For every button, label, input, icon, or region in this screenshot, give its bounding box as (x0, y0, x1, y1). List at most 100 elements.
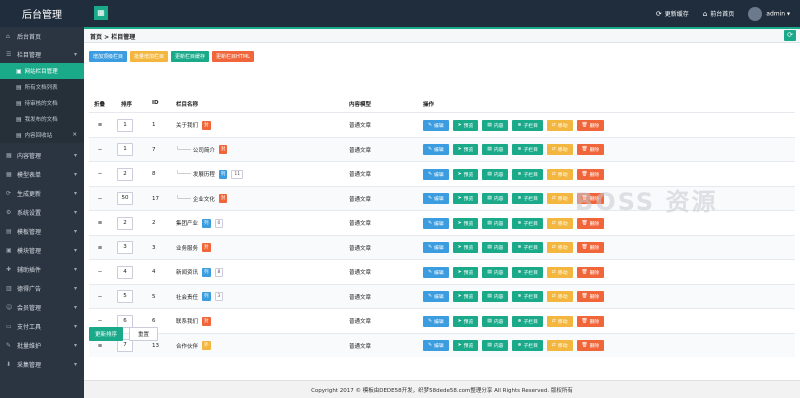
preview-button[interactable]: ➤ 预览 (452, 315, 479, 327)
edit-button[interactable]: ✎ 编辑 (423, 242, 449, 253)
sort-input[interactable]: 50 (117, 192, 133, 205)
sidebar-item-content[interactable]: ▦ 内容管理 ▾ (0, 146, 84, 164)
column-name[interactable]: 公司简介 (193, 146, 215, 154)
sidebar-item-model[interactable]: ▦ 模型表单 ▾ (0, 165, 84, 183)
content-button[interactable]: ▤ 内容 (482, 242, 509, 253)
sub-column-button[interactable]: ⊕ 子栏目 (512, 217, 543, 229)
sidebar-item-template[interactable]: ▤ 模板管理 ▾ (0, 222, 84, 240)
edit-button[interactable]: ✎ 编辑 (423, 315, 449, 327)
sidebar-item-ads[interactable]: ▥ 德得广告 ▾ (0, 279, 84, 297)
move-button[interactable]: ⇄ 移动 (546, 266, 573, 278)
sidebar-item-collect[interactable]: ⬇ 采集管理 ▾ (0, 355, 84, 373)
sub-column-button[interactable]: ⊕ 子栏目 (512, 242, 543, 253)
fold-toggle-icon[interactable]: − (94, 285, 106, 309)
sidebar-item-column[interactable]: ☰ 栏目管理 ▾ (0, 45, 84, 63)
move-button[interactable]: ⇄ 移动 (546, 119, 573, 131)
preview-button[interactable]: ➤ 预览 (452, 291, 479, 302)
content-button[interactable]: ▤ 内容 (482, 340, 509, 351)
menu-grid-icon[interactable]: ▦ (94, 6, 108, 20)
delete-button[interactable]: 🗑 删除 (576, 340, 605, 351)
sub-column-button[interactable]: ⊕ 子栏目 (512, 315, 543, 327)
sort-input[interactable]: 1 (117, 118, 133, 132)
sidebar-item-module[interactable]: ▣ 模块管理 ▾ (0, 241, 84, 259)
sidebar-sub-all-docs[interactable]: ▤ 所有文档列表 (0, 79, 84, 95)
refresh-icon[interactable]: ⟳ (784, 30, 796, 41)
fold-toggle-icon[interactable]: ≡ (94, 211, 106, 235)
move-button[interactable]: ⇄ 移动 (546, 291, 573, 302)
preview-button[interactable]: ➤ 预览 (452, 266, 479, 278)
column-name[interactable]: 合作伙伴 (176, 342, 198, 350)
delete-button[interactable]: 🗑 删除 (576, 315, 605, 327)
preview-button[interactable]: ➤ 预览 (452, 340, 479, 351)
sidebar-item-members[interactable]: ☺ 会员管理 ▾ (0, 298, 84, 316)
column-name[interactable]: 集团产业 (176, 219, 198, 227)
add-top-column-button[interactable]: 增加顶级栏目 (89, 51, 128, 62)
edit-button[interactable]: ✎ 编辑 (423, 119, 449, 131)
reset-button[interactable]: 重置 (129, 327, 159, 341)
column-name[interactable]: 发展历程 (193, 170, 215, 178)
move-button[interactable]: ⇄ 移动 (546, 217, 573, 229)
sidebar-item-generate[interactable]: ⟳ 生成更新 ▾ (0, 184, 84, 202)
column-name[interactable]: 企业文化 (193, 195, 215, 203)
sort-input[interactable]: 2 (117, 216, 133, 230)
sidebar-sub-mine[interactable]: ▤ 我发布的文档 (0, 111, 84, 127)
move-button[interactable]: ⇄ 移动 (546, 242, 573, 253)
fold-toggle-icon[interactable]: − (94, 138, 106, 162)
column-name[interactable]: 业务服务 (176, 244, 198, 252)
content-button[interactable]: ▤ 内容 (482, 168, 509, 180)
content-button[interactable]: ▤ 内容 (482, 266, 509, 278)
delete-button[interactable]: 🗑 删除 (576, 242, 605, 253)
update-sort-button[interactable]: 更新排序 (89, 327, 124, 341)
edit-button[interactable]: ✎ 编辑 (423, 217, 449, 229)
sub-column-button[interactable]: ⊕ 子栏目 (512, 291, 543, 302)
delete-button[interactable]: 🗑 删除 (576, 217, 605, 229)
preview-button[interactable]: ➤ 预览 (452, 144, 479, 155)
content-button[interactable]: ▤ 内容 (482, 217, 509, 229)
edit-button[interactable]: ✎ 编辑 (423, 144, 449, 155)
sort-input[interactable]: 1 (117, 143, 133, 156)
update-cache-link[interactable]: ⟳ 更新缓存 (656, 9, 689, 18)
delete-button[interactable]: 🗑 删除 (576, 144, 605, 155)
move-button[interactable]: ⇄ 移动 (546, 315, 573, 327)
update-column-html-button[interactable]: 更新栏目HTML (212, 51, 254, 62)
sidebar-item-home[interactable]: ⌂ 后台首页 (0, 27, 84, 45)
edit-button[interactable]: ✎ 编辑 (423, 168, 449, 180)
fold-toggle-icon[interactable]: ≡ (94, 236, 106, 260)
edit-button[interactable]: ✎ 编辑 (423, 266, 449, 278)
content-button[interactable]: ▤ 内容 (482, 144, 509, 155)
sort-input[interactable]: 2 (117, 167, 133, 181)
preview-button[interactable]: ➤ 预览 (452, 242, 479, 253)
delete-button[interactable]: 🗑 删除 (576, 266, 605, 278)
sidebar-item-settings[interactable]: ⚙ 系统设置 ▾ (0, 203, 84, 221)
sub-column-button[interactable]: ⊕ 子栏目 (512, 168, 543, 180)
content-button[interactable]: ▤ 内容 (482, 291, 509, 302)
user-menu[interactable]: admin ▾ (748, 6, 790, 21)
column-name[interactable]: 关于我们 (176, 121, 198, 129)
sort-input[interactable]: 3 (117, 241, 133, 254)
sub-column-button[interactable]: ⊕ 子栏目 (512, 193, 543, 204)
move-button[interactable]: ⇄ 移动 (546, 144, 573, 155)
content-button[interactable]: ▤ 内容 (482, 315, 509, 327)
home-link[interactable]: ⌂ 前台首页 (703, 9, 734, 18)
sub-column-button[interactable]: ⊕ 子栏目 (512, 266, 543, 278)
delete-button[interactable]: 🗑 删除 (576, 168, 605, 180)
sort-input[interactable]: 6 (117, 314, 133, 328)
preview-button[interactable]: ➤ 预览 (452, 168, 479, 180)
sidebar-sub-recycle[interactable]: ▤ 内容回收站 ✕ (0, 127, 84, 143)
column-name[interactable]: 社会责任 (176, 293, 198, 301)
move-button[interactable]: ⇄ 移动 (546, 193, 573, 204)
column-name[interactable]: 联系我们 (176, 317, 198, 325)
sub-column-button[interactable]: ⊕ 子栏目 (512, 340, 543, 351)
sidebar-sub-column-manage[interactable]: ▣ 网站栏目管理 (0, 63, 84, 79)
sidebar-item-batch[interactable]: ✎ 批量维护 ▾ (0, 336, 84, 354)
column-name[interactable]: 新闻资讯 (176, 268, 198, 276)
batch-add-column-button[interactable]: 批量增加栏目 (130, 51, 169, 62)
fold-toggle-icon[interactable]: ≡ (94, 113, 106, 137)
sidebar-sub-pending[interactable]: ▤ 待审核的文档 (0, 95, 84, 111)
fold-toggle-icon[interactable]: − (94, 260, 106, 284)
sidebar-item-payment[interactable]: ▭ 支付工具 ▾ (0, 317, 84, 335)
move-button[interactable]: ⇄ 移动 (546, 340, 573, 351)
edit-button[interactable]: ✎ 编辑 (423, 193, 449, 204)
fold-toggle-icon[interactable]: − (94, 187, 106, 211)
sub-column-button[interactable]: ⊕ 子栏目 (512, 144, 543, 155)
